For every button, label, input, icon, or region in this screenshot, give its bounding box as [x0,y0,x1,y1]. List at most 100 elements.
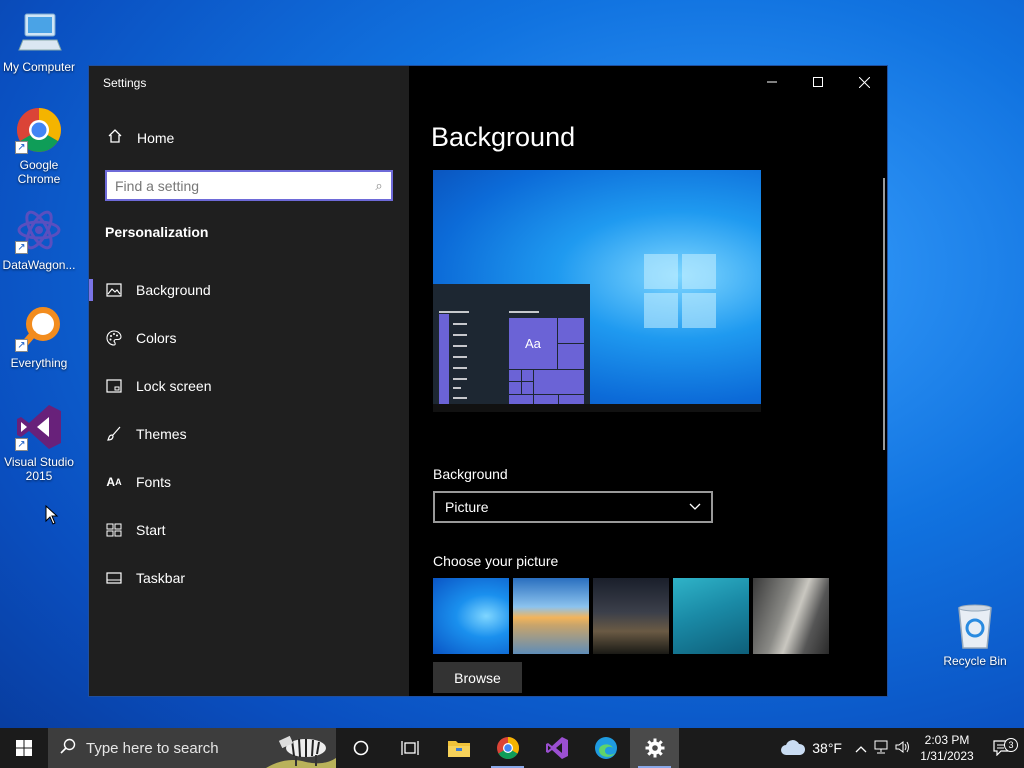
desktop-icon-label: My Computer [2,60,76,74]
sidebar-item-label: Taskbar [136,570,186,586]
background-type-value: Picture [445,499,489,515]
background-type-label: Background [433,466,508,482]
gear-icon [645,738,664,758]
desktop-icon-label: DataWagon... [2,258,76,272]
chevron-up-icon[interactable] [852,740,870,756]
notification-center-button[interactable]: 3 [980,738,1024,756]
tile-grid-mockup: Aa [509,318,584,404]
desktop-icon-google-chrome[interactable]: ↗ Google Chrome [0,106,78,186]
folder-icon [447,741,470,757]
image-icon [105,281,123,299]
minimize-button[interactable] [749,66,795,98]
chrome-icon [496,737,519,759]
window-title: Settings [103,76,147,90]
choose-picture-label: Choose your picture [433,553,559,569]
sidebar-item-background[interactable]: Background [89,266,409,314]
browse-button[interactable]: Browse [433,662,522,693]
picture-thumbnail[interactable] [513,578,589,654]
page-title: Background [431,122,576,152]
shortcut-arrow-icon: ↗ [15,339,28,352]
taskbar: Type here to search 38°F 2:03 PM 1/31/20… [0,728,1024,768]
maximize-button[interactable] [795,66,841,98]
cortana-circle-icon [353,740,368,756]
edge-icon [594,737,617,759]
find-setting-search-box[interactable]: ⌕ [105,170,393,201]
picture-thumbnail[interactable] [673,578,749,654]
chevron-down-icon [689,503,701,510]
sidebar-item-taskbar[interactable]: Taskbar [89,554,409,602]
picture-thumbnail[interactable] [753,578,829,654]
weather-temperature: 38°F [812,740,842,756]
taskbar-app-file-explorer[interactable] [434,728,483,768]
taskbar-app-visual-studio[interactable] [532,728,581,768]
settings-window: Settings Home ⌕ Personalization Backgrou… [88,65,888,697]
datawagon-icon: ↗ [15,206,63,254]
window-caption-buttons [749,66,887,98]
sidebar-item-colors[interactable]: Colors [89,314,409,362]
home-icon [105,128,125,148]
desktop-icon-my-computer[interactable]: My Computer [0,8,78,74]
close-icon [858,76,870,88]
minimize-icon [767,81,777,83]
sidebar-item-start[interactable]: Start [89,506,409,554]
magnifier-icon: ↗ [15,304,63,352]
desktop-icon-label: Recycle Bin [943,654,1007,668]
system-tray: 38°F 2:03 PM 1/31/2023 3 [780,728,1024,768]
picture-thumbnail[interactable] [433,578,509,654]
chrome-icon: ↗ [15,106,63,154]
shortcut-arrow-icon: ↗ [15,241,28,254]
start-menu-mockup: Aa [433,284,590,404]
desktop-icon-recycle-bin[interactable]: Recycle Bin [936,602,1014,668]
settings-content: Background Aa Background Picture Choose … [409,66,887,696]
sidebar-item-label: Lock screen [136,378,212,394]
picture-thumbnail[interactable] [593,578,669,654]
visual-studio-icon [545,737,568,759]
volume-icon[interactable] [892,740,914,757]
start-icon [105,521,123,539]
clock-date: 1/31/2023 [920,749,974,763]
sidebar-item-label: Themes [136,426,187,442]
close-button[interactable] [841,66,887,98]
desktop-icon-label: Visual Studio 2015 [4,455,74,483]
desktop-icon-everything[interactable]: ↗ Everything [0,304,78,370]
sidebar-item-label: Start [136,522,166,538]
weather-widget[interactable]: 38°F [780,739,842,757]
taskbar-icon [105,569,123,587]
start-button[interactable] [0,728,48,768]
mouse-cursor-icon [45,505,59,525]
task-view-button[interactable] [385,728,434,768]
windows-logo-graphic [644,254,716,328]
nav-home[interactable]: Home [105,128,174,148]
desktop-icon-visual-studio[interactable]: ↗ Visual Studio 2015 [0,403,78,483]
find-setting-input[interactable] [107,172,367,199]
sidebar-item-fonts[interactable]: AA Fonts [89,458,409,506]
desktop-icon-datawagon[interactable]: ↗ DataWagon... [0,206,78,272]
notification-count-badge: 3 [1004,738,1018,752]
sidebar-item-label: Fonts [136,474,172,490]
sidebar-item-label: Background [136,282,211,298]
taskbar-search-box[interactable]: Type here to search [48,728,336,768]
taskbar-app-settings[interactable] [630,728,679,768]
taskbar-app-chrome[interactable] [483,728,532,768]
network-icon[interactable] [870,740,892,757]
fonts-icon: AA [106,475,122,489]
taskbar-search-placeholder: Type here to search [86,739,219,757]
sidebar-item-themes[interactable]: Themes [89,410,409,458]
preview-shadow [433,404,761,412]
computer-icon [15,8,63,56]
cortana-button[interactable] [336,728,385,768]
brush-icon [105,425,123,443]
picture-thumbnails [433,578,829,654]
background-type-dropdown[interactable]: Picture [433,491,713,523]
task-view-icon [400,741,419,755]
search-icon [60,738,76,759]
recycle-bin-icon [951,602,999,650]
visual-studio-icon: ↗ [15,403,63,451]
taskbar-clock[interactable]: 2:03 PM 1/31/2023 [914,732,980,764]
background-preview: Aa [433,170,761,404]
sidebar-item-lock-screen[interactable]: Lock screen [89,362,409,410]
taskbar-app-edge[interactable] [581,728,630,768]
shortcut-arrow-icon: ↗ [15,141,28,154]
palette-icon [105,329,123,347]
content-scrollbar[interactable] [883,178,885,450]
